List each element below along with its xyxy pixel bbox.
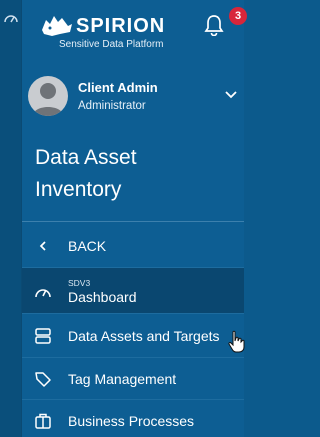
back-button[interactable]: BACK [22, 222, 244, 268]
sidebar-item-business-processes[interactable]: Business Processes [22, 400, 244, 437]
sidebar-panel: SPIRION Sensitive Data Platform 3 Client… [22, 0, 247, 437]
page-title-line-2: Inventory [35, 178, 122, 201]
spirion-logo-icon [42, 16, 72, 36]
brand-name: SPIRION [76, 15, 166, 37]
server-icon [35, 328, 51, 344]
dashboard-label: Dashboard [68, 289, 137, 305]
collapsed-rail [0, 0, 22, 437]
briefcase-icon [35, 413, 51, 429]
speedometer-icon [35, 289, 51, 298]
page-title-line-1: Data Asset [35, 146, 137, 169]
tag-icon [35, 372, 51, 387]
sidebar-item-dashboard[interactable]: SDV3 Dashboard [22, 268, 244, 314]
bell-icon[interactable] [204, 14, 224, 36]
chevron-down-icon[interactable] [225, 91, 237, 99]
page-title: Data Asset Inventory [35, 142, 235, 206]
notification-badge: 3 [229, 7, 247, 25]
user-menu[interactable]: Client Admin Administrator [28, 76, 244, 124]
data-assets-label: Data Assets and Targets [68, 328, 220, 344]
sidebar-item-tag-management[interactable]: Tag Management [22, 358, 244, 400]
speedometer-icon[interactable] [3, 12, 19, 24]
back-label: BACK [68, 238, 107, 254]
sidebar-item-data-assets[interactable]: Data Assets and Targets [22, 314, 244, 358]
user-role: Administrator [78, 100, 146, 112]
brand-tagline: Sensitive Data Platform [59, 39, 164, 50]
user-name: Client Admin [78, 80, 158, 95]
avatar [28, 76, 68, 116]
brand-logo[interactable]: SPIRION Sensitive Data Platform [40, 12, 190, 52]
chevron-left-icon [39, 241, 46, 251]
business-processes-label: Business Processes [68, 413, 195, 429]
user-avatar-icon [33, 83, 63, 116]
hand-cursor-icon [228, 330, 245, 353]
dashboard-sublabel: SDV3 [68, 278, 91, 288]
tag-management-label: Tag Management [68, 371, 177, 387]
